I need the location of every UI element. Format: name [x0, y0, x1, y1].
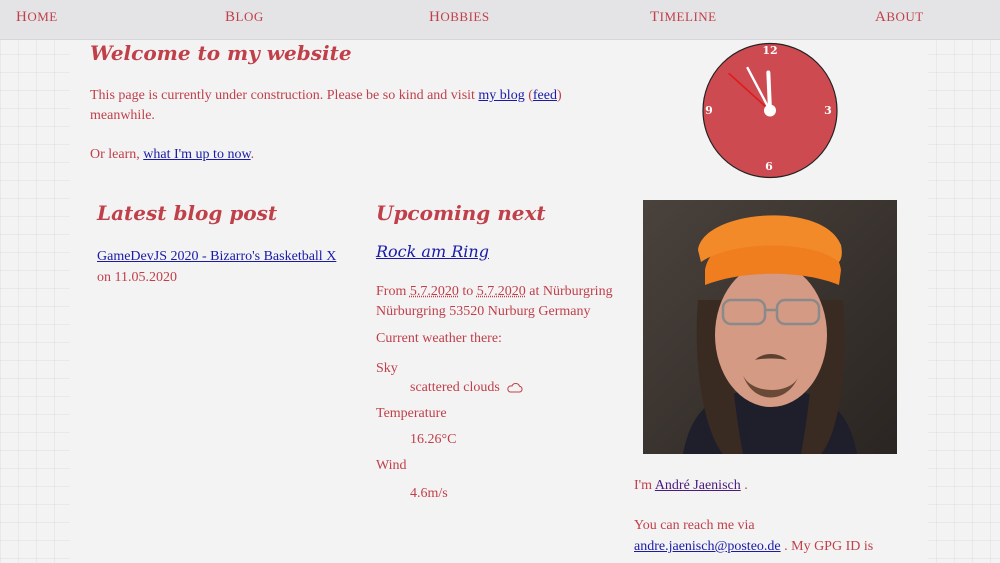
nav-blog-link[interactable]: BLOG — [225, 9, 264, 26]
latest-blog-heading: Latest blog post — [97, 201, 278, 225]
intro-paragraph: This page is currently under constructio… — [90, 86, 610, 126]
clock-number-9: 9 — [705, 104, 713, 117]
learn-text: Or learn, — [90, 147, 144, 162]
event-address: Nürburgring 53520 Nurburg Germany — [376, 304, 591, 319]
sky-value-row: scattered clouds — [410, 380, 523, 396]
intro-text-end: meanwhile. — [90, 108, 155, 123]
gpg-text: . My GPG ID is — [780, 539, 874, 554]
post-date: 11.05.2020 — [114, 270, 177, 285]
nav-hobbies-link[interactable]: HOBBIES — [429, 9, 490, 26]
blog-link[interactable]: my blog — [478, 88, 524, 103]
at-label: at Nürburgring — [525, 284, 613, 299]
clock-number-3: 3 — [824, 104, 832, 117]
event-link[interactable]: Rock am Ring — [376, 242, 489, 261]
nav-about-link[interactable]: ABOUT — [875, 9, 924, 26]
analog-clock: 12 3 6 9 — [702, 42, 838, 179]
upcoming-heading: Upcoming next — [376, 201, 546, 225]
top-navigation: HOME BLOG HOBBIES TIMELINE ABOUT — [0, 0, 1000, 40]
now-paragraph: Or learn, what I'm up to now. — [90, 147, 254, 163]
wind-label: Wind — [376, 458, 407, 473]
about-im: I'm — [634, 478, 655, 493]
nav-timeline-link[interactable]: TIMELINE — [650, 9, 717, 26]
about-section: I'm André Jaenisch . You can reach me vi… — [634, 475, 900, 557]
clock-number-6: 6 — [765, 160, 773, 173]
reach-text: You can reach me via — [634, 518, 755, 533]
author-name-link[interactable]: André Jaenisch — [655, 478, 741, 493]
sky-value: scattered clouds — [410, 380, 500, 395]
event-end-date[interactable]: 5.7.2020 — [477, 284, 526, 299]
clock-number-12: 12 — [762, 44, 777, 57]
cloud-icon — [507, 382, 523, 393]
weather-heading: Current weather there: — [376, 331, 502, 346]
paren-open: ( — [524, 88, 533, 103]
email-link[interactable]: andre.jaenisch@posteo.de — [634, 539, 781, 554]
sky-label: Sky — [376, 361, 398, 376]
nav-home-link[interactable]: HOME — [16, 9, 58, 26]
welcome-title: Welcome to my website — [90, 41, 352, 65]
temperature-value: 16.26°C — [410, 432, 457, 447]
feed-link[interactable]: feed — [533, 88, 557, 103]
paren-close: ) — [556, 88, 562, 103]
post-date-prefix: on — [97, 270, 115, 285]
latest-blog-entry: GameDevJS 2020 - Bizarro's Basketball X … — [97, 246, 357, 288]
email-line: andre.jaenisch@posteo.de . My GPG ID is — [634, 536, 900, 557]
profile-photo-illustration — [643, 200, 897, 454]
event-details: From 5.7.2020 to 5.7.2020 at Nürburgring… — [376, 282, 636, 322]
intro-text: This page is currently under constructio… — [90, 88, 479, 103]
to-label: to — [458, 284, 477, 299]
now-link[interactable]: what I'm up to now — [143, 147, 250, 162]
about-intro-line: I'm André Jaenisch . — [634, 475, 900, 496]
profile-photo — [643, 200, 897, 454]
about-period: . — [740, 478, 748, 493]
clock-center-pin — [764, 104, 776, 117]
from-label: From — [376, 284, 410, 299]
latest-blog-post-link[interactable]: GameDevJS 2020 - Bizarro's Basketball X — [97, 249, 336, 264]
event-start-date[interactable]: 5.7.2020 — [410, 284, 459, 299]
temperature-label: Temperature — [376, 406, 447, 421]
wind-value: 4.6m/s — [410, 486, 448, 501]
learn-period: . — [250, 147, 255, 162]
